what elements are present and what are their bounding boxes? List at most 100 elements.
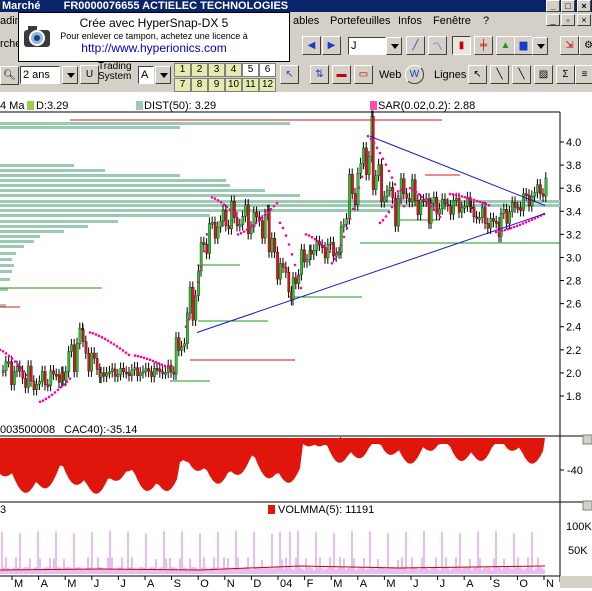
preset-button-9[interactable]: 9 [208, 78, 225, 92]
sar-dot [263, 213, 267, 217]
settings-icon[interactable]: ⚙ [579, 36, 592, 55]
maximize-button[interactable]: □ [561, 0, 575, 12]
price-chart[interactable]: 4 Ma D:3.29 DIST(50): 3.29 SAR(0.02,0.2)… [0, 92, 592, 590]
parallel-lines-icon[interactable]: ▨ [534, 65, 553, 84]
distribution-bar [0, 126, 180, 129]
period-select[interactable]: J [348, 37, 386, 55]
distribution-bar [0, 264, 14, 267]
candle-body [397, 198, 400, 227]
pointer-icon[interactable]: ↖ [468, 65, 487, 84]
candle-body [481, 207, 484, 218]
next-arrow-icon[interactable]: ▶ [322, 36, 341, 55]
sar-dot [124, 351, 128, 354]
sigma-icon[interactable]: Σ [556, 65, 575, 84]
magnifier-icon[interactable]: 🔍︎ [0, 66, 19, 85]
candle-body [519, 207, 523, 211]
volume-pane-handle[interactable] [582, 500, 592, 511]
distribution-bar [0, 235, 40, 238]
preset-button-3[interactable]: 3 [208, 63, 225, 77]
preset-button-5[interactable]: 5 [242, 63, 259, 77]
candle-body [305, 259, 309, 263]
preset-button-10[interactable]: 10 [225, 78, 242, 92]
child-minimize-button[interactable]: _ [546, 14, 560, 26]
zoom-icon[interactable]: ⇲ [560, 36, 579, 55]
preset-button-7[interactable]: 7 [174, 78, 191, 92]
area-chart-icon[interactable]: ▲ [496, 36, 515, 55]
candle-body [99, 372, 103, 378]
sar-dot [438, 215, 442, 219]
preset-button-11[interactable]: 11 [242, 78, 259, 92]
candle-body [469, 206, 473, 209]
preset-button-1[interactable]: 1 [174, 63, 191, 77]
sar-dot [275, 201, 279, 205]
horizontal-line-2-icon[interactable]: ▭ [354, 65, 373, 84]
sar-dot [157, 362, 161, 365]
scale-arrows-icon[interactable]: ⇅ [310, 65, 329, 84]
candle-body [227, 225, 231, 230]
candle-body [432, 197, 436, 204]
candle-body [108, 371, 111, 374]
preset-button-2[interactable]: 2 [191, 63, 208, 77]
month-label: J [413, 578, 419, 588]
candle-body [64, 371, 68, 381]
stamp-link[interactable]: http://www.hyperionics.com [19, 41, 289, 55]
chart-type-dropdown-button[interactable] [532, 37, 548, 55]
child-close-button[interactable]: × [577, 14, 591, 26]
candle-body [35, 384, 39, 390]
line-chart-2-icon[interactable]: 〽 [428, 36, 447, 55]
period-dropdown-button[interactable] [386, 37, 402, 55]
close-button[interactable]: × [577, 0, 591, 12]
preset-button-4[interactable]: 4 [225, 63, 242, 77]
sar-dot [487, 203, 491, 207]
preset-button-6[interactable]: 6 [259, 63, 276, 77]
menu-item-tables[interactable]: ables [293, 15, 319, 27]
menu-item-portefeuilles[interactable]: Portefeuilles [330, 15, 391, 27]
candle-body [402, 178, 406, 194]
child-restore-button[interactable]: ▫ [561, 14, 575, 26]
sar-dot [515, 224, 519, 228]
duration-dropdown-button[interactable] [62, 66, 78, 84]
candle-body [261, 220, 264, 239]
system-dropdown-button[interactable] [155, 66, 171, 84]
distribution-bar [0, 174, 180, 177]
cursor-tool-icon[interactable]: ↖ [280, 65, 299, 84]
sar-dot [521, 222, 525, 225]
candle-body [216, 226, 220, 239]
candle-body [380, 164, 383, 202]
system-select[interactable]: A [138, 66, 154, 84]
menu-item-infos[interactable]: Infos [398, 15, 422, 27]
cac-pane-handle[interactable] [582, 434, 592, 445]
candle-body [438, 208, 441, 215]
prev-arrow-icon[interactable]: ◀ [302, 36, 321, 55]
minimize-button[interactable]: _ [546, 0, 560, 12]
web-globe-icon[interactable]: W [405, 65, 424, 84]
menu-item-help[interactable]: ? [483, 15, 489, 27]
line-tool-2-icon[interactable]: ╲ [512, 65, 531, 84]
line-chart-icon[interactable]: ╱ [406, 36, 425, 55]
sar-dot [366, 134, 370, 138]
preset-button-12[interactable]: 12 [259, 78, 276, 92]
candle-body [342, 224, 346, 228]
sar-dot [266, 210, 270, 214]
candlestick-icon[interactable]: ▮ [452, 36, 471, 55]
bar-ohlc-icon[interactable]: ╪ [474, 36, 493, 55]
sar-dot [348, 217, 352, 220]
candle-body [136, 367, 139, 376]
menu-item-fenetre[interactable]: Fenêtre [433, 15, 471, 27]
sar-dot [112, 343, 116, 346]
preset-button-8[interactable]: 8 [191, 78, 208, 92]
duration-select[interactable]: 2 ans [20, 66, 60, 84]
fibonacci-icon[interactable]: ≡ [575, 65, 592, 84]
candle-body [309, 250, 313, 255]
sar-dot [56, 388, 60, 392]
horizontal-line-icon[interactable]: ▬ [332, 65, 351, 84]
candle-body [441, 199, 444, 210]
month-label: A [360, 578, 368, 588]
sar-dot [509, 226, 513, 230]
sar-dot [393, 200, 397, 204]
histogram-icon[interactable]: ▆ [514, 36, 533, 55]
candle-body [38, 381, 41, 385]
month-label: M [14, 578, 23, 588]
u-button[interactable]: U [80, 65, 99, 84]
line-tool-icon[interactable]: ╲ [490, 65, 509, 84]
